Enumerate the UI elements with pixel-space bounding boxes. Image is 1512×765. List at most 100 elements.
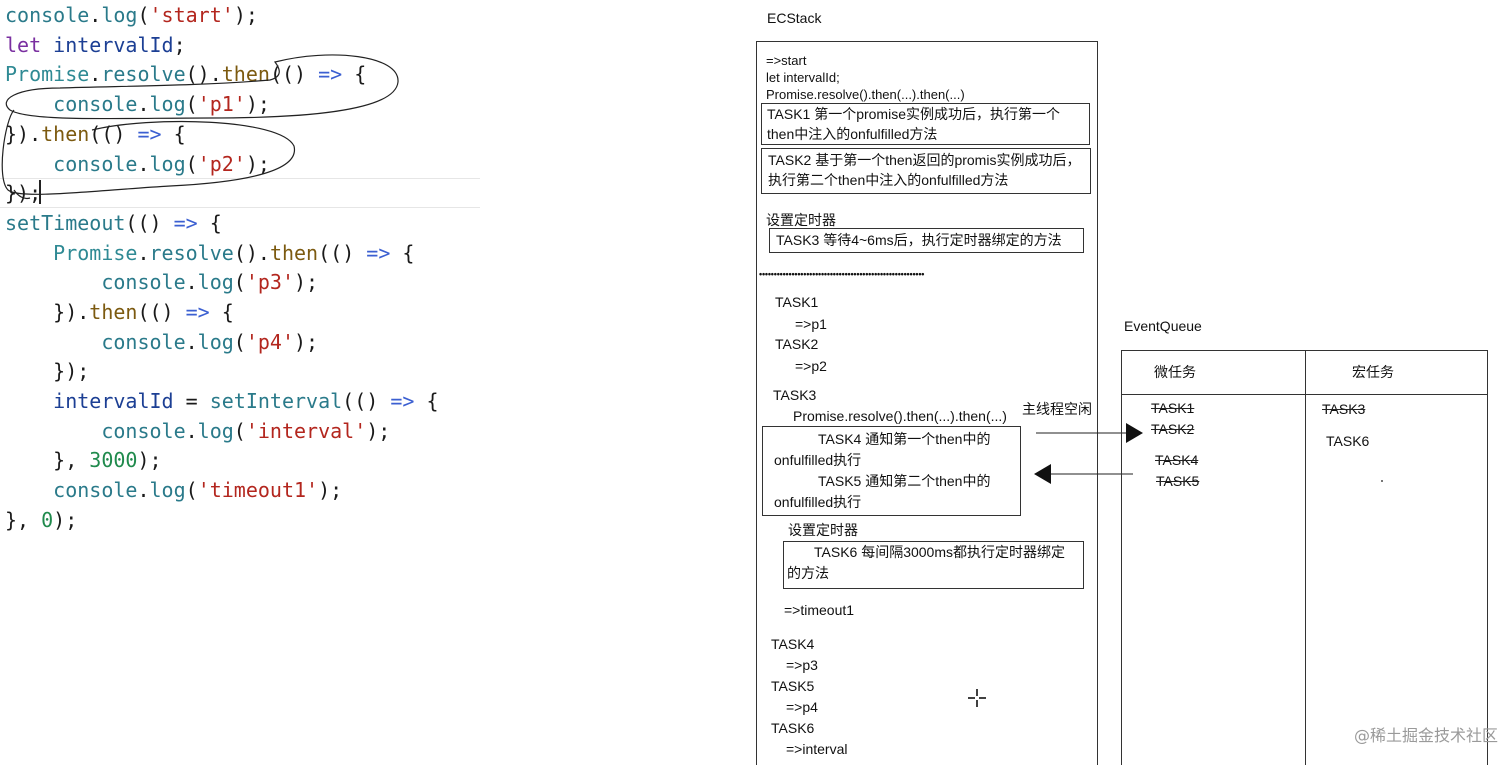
- micro-item: TASK1: [1151, 400, 1195, 416]
- task4-run: TASK4: [771, 636, 815, 652]
- code-token: },: [5, 508, 42, 532]
- code-token: log: [149, 478, 186, 502]
- code-token: log: [197, 330, 234, 354]
- microtask-header: 微任务: [1154, 364, 1196, 380]
- task5-run: TASK5: [771, 678, 815, 694]
- code-token: ((): [318, 241, 367, 265]
- code-token: =>: [173, 211, 198, 235]
- output-interval: =>interval: [786, 741, 848, 757]
- task6-box: TASK6 每间隔3000ms都执行定时器绑定的方法: [783, 541, 1084, 589]
- macro-item: TASK3: [1322, 401, 1366, 417]
- code-token: then: [269, 241, 319, 265]
- code-token: setInterval: [209, 389, 343, 413]
- ecstack-title: ECStack: [767, 10, 822, 26]
- dotted-separator: ••••••••••••••••••••••••••••••••••••••••…: [759, 269, 925, 279]
- code-line[interactable]: console.log('p3');: [5, 267, 318, 297]
- code-token: },: [5, 448, 90, 472]
- code-line[interactable]: console.log('p4');: [5, 327, 318, 357]
- code-token: 'start': [149, 3, 234, 27]
- arrow-to-stack-head: [1034, 464, 1051, 484]
- code-token: {: [209, 300, 234, 324]
- code-token: .: [185, 330, 198, 354]
- code-token: setTimeout: [5, 211, 126, 235]
- code-token: (: [233, 419, 246, 443]
- code-token: ((): [137, 300, 186, 324]
- code-token: (: [185, 478, 198, 502]
- code-token: );: [53, 508, 78, 532]
- code-token: );: [294, 270, 319, 294]
- pen-annotation: [1, 54, 399, 200]
- code-editor[interactable]: console.log('start'); let intervalId; Prom…: [0, 0, 480, 765]
- code-token: .: [185, 419, 198, 443]
- code-token: .: [137, 478, 150, 502]
- micro-item: TASK5: [1156, 473, 1200, 489]
- code-token: ().: [233, 241, 270, 265]
- micro-item: TASK4: [1155, 452, 1199, 468]
- code-token: console: [101, 330, 186, 354]
- main-thread-idle-label: 主线程空闲: [1022, 401, 1092, 417]
- task6-run: TASK6: [771, 720, 815, 736]
- code-token: );: [294, 330, 319, 354]
- task5-text: TASK5 通知第二个then中的onfulfilled执行: [774, 473, 991, 510]
- eventqueue-header-divider: [1122, 394, 1487, 395]
- code-line[interactable]: Promise.resolve().then(() => {: [5, 238, 414, 268]
- code-token: =: [173, 389, 210, 413]
- code-line[interactable]: setTimeout(() => {: [5, 208, 222, 238]
- code-token: .: [185, 270, 198, 294]
- code-token: 'interval': [245, 419, 367, 443]
- ecstack-intro: =>start let intervalId; Promise.resolve(…: [766, 53, 965, 102]
- code-token: );: [366, 419, 391, 443]
- promise-line: Promise.resolve().then(...).then(...): [793, 408, 1007, 424]
- task3-run: TASK3: [773, 387, 817, 403]
- code-token: Promise: [53, 241, 138, 265]
- pen-loop-p1: [5, 54, 399, 120]
- code-token: 'p4': [245, 330, 295, 354]
- task1-box: TASK1 第一个promise实例成功后，执行第一个then中注入的onful…: [761, 103, 1090, 145]
- code-token: );: [233, 3, 258, 27]
- watermark: @稀土掘金技术社区: [1353, 726, 1498, 745]
- code-token: =>: [366, 241, 391, 265]
- code-line[interactable]: }).then(() => {: [5, 297, 234, 327]
- code-token: ((): [125, 211, 174, 235]
- code-token: {: [197, 211, 222, 235]
- code-token: then: [89, 300, 138, 324]
- code-line[interactable]: }, 3000);: [5, 445, 161, 475]
- code-token: }).: [5, 300, 90, 324]
- code-token: log: [197, 270, 234, 294]
- code-token: {: [390, 241, 415, 265]
- code-token: (: [233, 270, 246, 294]
- timer-label: 设置定时器: [766, 212, 836, 228]
- code-line[interactable]: console.log('timeout1');: [5, 475, 342, 505]
- output-p1: =>p1: [795, 316, 827, 332]
- code-token: {: [414, 389, 439, 413]
- task4-text: TASK4 通知第一个then中的onfulfilled执行: [774, 431, 991, 468]
- code-token: =>: [185, 300, 210, 324]
- small-dot: [1381, 480, 1383, 482]
- code-token: console: [5, 3, 90, 27]
- output-p2: =>p2: [795, 358, 827, 374]
- output-p3: =>p3: [786, 657, 818, 673]
- code-token: console: [101, 419, 186, 443]
- code-line[interactable]: });: [5, 356, 89, 386]
- code-token: =>: [390, 389, 415, 413]
- code-token: intervalId: [53, 389, 174, 413]
- code-line[interactable]: }, 0);: [5, 505, 77, 535]
- task2-run: TASK2: [775, 336, 819, 352]
- code-token: console: [53, 478, 138, 502]
- macrotask-header: 宏任务: [1352, 364, 1394, 380]
- eventqueue-column-divider: [1305, 351, 1306, 765]
- code-token: resolve: [149, 241, 234, 265]
- code-line[interactable]: intervalId = setInterval(() => {: [5, 386, 439, 416]
- code-token: log: [197, 419, 234, 443]
- code-line[interactable]: console.log('start');: [5, 0, 258, 30]
- code-line[interactable]: console.log('interval');: [5, 416, 390, 446]
- code-token: (: [233, 330, 246, 354]
- task2-box: TASK2 基于第一个then返回的promis实例成功后，执行第二个then中…: [761, 148, 1091, 194]
- timer-label-2: 设置定时器: [788, 522, 858, 538]
- code-token: });: [5, 359, 90, 383]
